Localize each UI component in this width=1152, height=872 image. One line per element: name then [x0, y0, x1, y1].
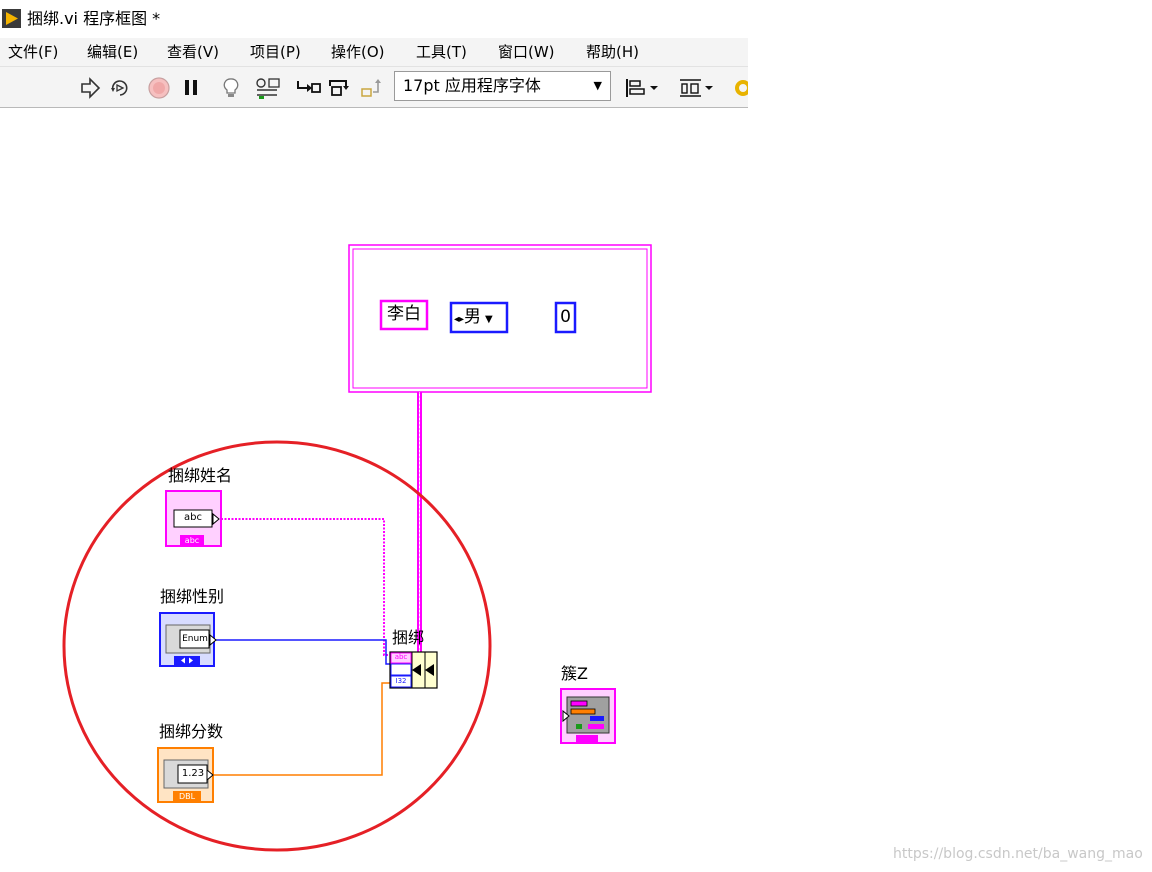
menu-bar: 文件(F) 编辑(E) 查看(V) 项目(P) 操作(O) 工具(T) 窗口(W…: [0, 38, 748, 67]
control-label-score[interactable]: 捆绑分数: [159, 722, 223, 742]
enum-terminal-text: Enum: [182, 634, 208, 644]
run-arrow-icon[interactable]: [78, 76, 102, 100]
string-terminal-text: abc: [184, 512, 202, 523]
chevron-down-icon: ▼: [593, 79, 602, 92]
cluster-constant-gender-value: 男: [464, 307, 482, 327]
font-select-value: 17pt 应用程序字体: [403, 76, 541, 95]
chevron-down-icon: ▼: [485, 314, 493, 325]
cluster-constant-score[interactable]: 0: [558, 306, 573, 328]
diagram-canvas: [62, 244, 652, 852]
menu-window[interactable]: 窗口(W): [498, 42, 555, 62]
step-into-icon[interactable]: [295, 76, 321, 100]
step-out-icon[interactable]: [360, 76, 384, 100]
font-select[interactable]: 17pt 应用程序字体 ▼: [394, 71, 611, 101]
highlight-execution-icon[interactable]: [219, 76, 243, 100]
bundle-node-label: 捆绑: [392, 628, 425, 647]
labview-vi-icon: [2, 9, 21, 28]
control-label-gender[interactable]: 捆绑性别: [160, 587, 224, 607]
control-label-name[interactable]: 捆绑姓名: [168, 466, 232, 486]
enum-arrows-icon: ◂▸: [454, 314, 465, 325]
bundle-row-string: abc: [394, 653, 408, 661]
bundle-row-i32: I32: [395, 677, 407, 685]
menu-edit[interactable]: 编辑(E): [87, 42, 138, 62]
pause-icon[interactable]: [179, 76, 203, 100]
distribute-objects-icon[interactable]: [677, 76, 717, 100]
menu-file[interactable]: 文件(F): [8, 42, 58, 62]
clean-up-icon[interactable]: [732, 76, 748, 100]
dbl-terminal-type: DBL: [178, 792, 196, 801]
menu-operate[interactable]: 操作(O): [331, 42, 385, 62]
cluster-constant-name[interactable]: 李白: [383, 303, 425, 325]
title-bar: 捆绑.vi 程序框图 *: [0, 0, 748, 38]
align-objects-icon[interactable]: [624, 76, 662, 100]
toolbar: 17pt 应用程序字体 ▼: [0, 67, 748, 108]
abort-icon[interactable]: [147, 76, 171, 100]
dbl-terminal-text: 1.23: [181, 768, 205, 779]
cluster-constant-gender[interactable]: ◂▸男 ▼: [454, 306, 504, 331]
window-title: 捆绑.vi 程序框图 *: [27, 9, 161, 28]
menu-view[interactable]: 查看(V): [167, 42, 219, 62]
menu-project[interactable]: 项目(P): [250, 42, 301, 62]
cluster-indicator-label[interactable]: 簇Z: [561, 664, 588, 684]
string-terminal-type: abc: [184, 536, 200, 545]
block-diagram: 李白 ◂▸男 ▼ 0 捆绑姓名 捆绑性别 捆绑分数 捆绑 簇Z abc abc E…: [0, 108, 1152, 872]
menu-tools[interactable]: 工具(T): [416, 42, 467, 62]
menu-help[interactable]: 帮助(H): [586, 42, 639, 62]
step-over-icon[interactable]: [327, 76, 351, 100]
retain-wire-values-icon[interactable]: [255, 76, 280, 100]
watermark: https://blog.csdn.net/ba_wang_mao: [893, 846, 1143, 862]
run-continuously-icon[interactable]: [108, 76, 132, 100]
